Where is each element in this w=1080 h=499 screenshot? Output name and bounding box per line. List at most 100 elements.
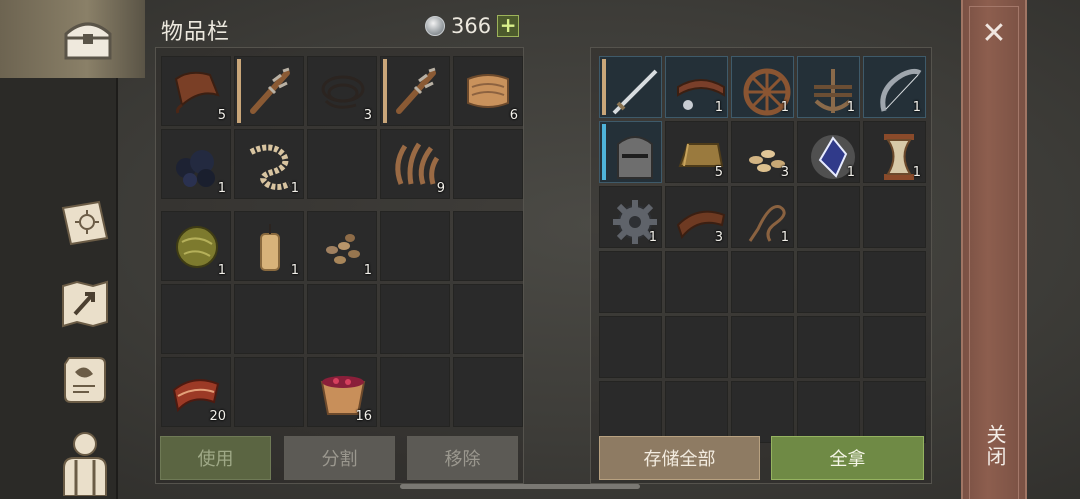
storage-slot[interactable] (599, 251, 662, 313)
inventory-slot[interactable] (234, 284, 304, 354)
storage-slot[interactable]: 1 (797, 121, 860, 183)
storage-slot[interactable] (599, 381, 662, 443)
close-icon[interactable]: ✕ (975, 18, 1013, 50)
character-icon[interactable] (56, 430, 114, 496)
storage-grid: 1 1 1 1 5 3 1 1 1 3 1 (599, 56, 926, 443)
storage-slot[interactable] (665, 251, 728, 313)
inventory-slot[interactable]: 20 (161, 357, 231, 427)
inventory-slot[interactable] (453, 129, 523, 199)
use-button[interactable]: 使用 (160, 436, 271, 480)
map-icon[interactable] (56, 276, 114, 330)
item-count: 1 (912, 165, 921, 180)
storage-slot[interactable]: 1 (731, 186, 794, 248)
page-title: 物品栏 (161, 20, 231, 45)
inventory-slot[interactable] (234, 357, 304, 427)
inventory-slot[interactable]: 5 (161, 56, 231, 126)
inventory-slot[interactable] (380, 211, 450, 281)
inventory-slot[interactable]: 6 (453, 56, 523, 126)
take-all-button[interactable]: 全拿 (771, 436, 924, 480)
inventory-slot[interactable] (380, 284, 450, 354)
storage-slot[interactable] (797, 316, 860, 378)
item-count: 5 (217, 108, 226, 123)
storage-slot[interactable] (863, 251, 926, 313)
item-count: 1 (780, 230, 789, 245)
item-count: 1 (714, 100, 723, 115)
inventory-slot[interactable] (234, 56, 304, 126)
storage-slot[interactable] (665, 316, 728, 378)
store-all-button[interactable]: 存储全部 (599, 436, 760, 480)
close-label[interactable]: 关闭 (980, 424, 1010, 468)
storage-slot[interactable]: 3 (665, 186, 728, 248)
item-count: 20 (209, 409, 226, 424)
inventory-slot[interactable]: 1 (161, 129, 231, 199)
storage-slot[interactable]: 1 (797, 56, 860, 118)
item-count: 1 (912, 100, 921, 115)
inventory-slot[interactable] (307, 284, 377, 354)
crafting-book-icon[interactable] (56, 196, 114, 250)
scrollbar[interactable] (400, 484, 640, 489)
storage-slot[interactable]: 1 (863, 56, 926, 118)
sidebar (0, 0, 145, 499)
remove-button[interactable]: 移除 (407, 436, 518, 480)
storage-slot[interactable] (797, 251, 860, 313)
storage-slot[interactable] (731, 251, 794, 313)
inventory-slot[interactable] (453, 357, 523, 427)
item-count: 1 (846, 100, 855, 115)
inventory-slot[interactable]: 16 (307, 357, 377, 427)
item-count: 1 (780, 100, 789, 115)
quest-scroll-icon[interactable] (56, 352, 114, 406)
item-count: 3 (363, 108, 372, 123)
currency-display: 366 + (425, 14, 520, 38)
storage-slot[interactable] (599, 316, 662, 378)
storage-slot[interactable] (731, 316, 794, 378)
item-count: 1 (363, 263, 372, 278)
item-count: 9 (436, 181, 445, 196)
storage-slot[interactable]: 5 (665, 121, 728, 183)
inventory-slot[interactable] (307, 129, 377, 199)
storage-slot[interactable] (665, 381, 728, 443)
inventory-slot[interactable]: 1 (234, 211, 304, 281)
durability-bar (602, 124, 606, 180)
storage-slot[interactable]: 3 (731, 121, 794, 183)
silver-coin-icon (425, 16, 445, 36)
storage-slot[interactable]: 1 (731, 56, 794, 118)
item-count: 3 (780, 165, 789, 180)
item-count: 1 (290, 181, 299, 196)
inventory-slot[interactable]: 1 (161, 211, 231, 281)
inventory-slot[interactable]: 9 (380, 129, 450, 199)
item-count: 1 (648, 230, 657, 245)
storage-slot[interactable] (731, 381, 794, 443)
storage-slot[interactable] (863, 186, 926, 248)
item-count: 1 (217, 181, 226, 196)
split-button[interactable]: 分割 (284, 436, 395, 480)
item-count: 5 (714, 165, 723, 180)
inventory-slot[interactable]: 1 (307, 211, 377, 281)
inventory-chest-icon[interactable] (58, 12, 118, 66)
inventory-slot[interactable] (380, 357, 450, 427)
durability-bar (602, 59, 606, 115)
storage-slot[interactable]: 1 (863, 121, 926, 183)
inventory-slot[interactable] (453, 211, 523, 281)
add-currency-button[interactable]: + (497, 15, 520, 37)
storage-slot[interactable] (797, 186, 860, 248)
inventory-slot[interactable] (380, 56, 450, 126)
inventory-slot[interactable] (161, 284, 231, 354)
inventory-slot[interactable]: 3 (307, 56, 377, 126)
inventory-grid-upper: 5 3 6 1 1 9 (161, 56, 523, 199)
durability-bar (237, 59, 241, 123)
storage-slot[interactable] (599, 56, 662, 118)
item-count: 1 (846, 165, 855, 180)
storage-slot[interactable]: 1 (599, 186, 662, 248)
item-count: 1 (217, 263, 226, 278)
item-count: 3 (714, 230, 723, 245)
inventory-slot[interactable]: 1 (234, 129, 304, 199)
storage-slot[interactable]: 1 (665, 56, 728, 118)
storage-slot[interactable] (863, 381, 926, 443)
inventory-slot[interactable] (453, 284, 523, 354)
storage-slot[interactable] (599, 121, 662, 183)
storage-slot[interactable] (797, 381, 860, 443)
item-count: 16 (355, 409, 372, 424)
storage-slot[interactable] (863, 316, 926, 378)
currency-amount: 366 (451, 14, 492, 38)
inventory-grid-lower: 1 1 1 20 16 (161, 211, 523, 427)
